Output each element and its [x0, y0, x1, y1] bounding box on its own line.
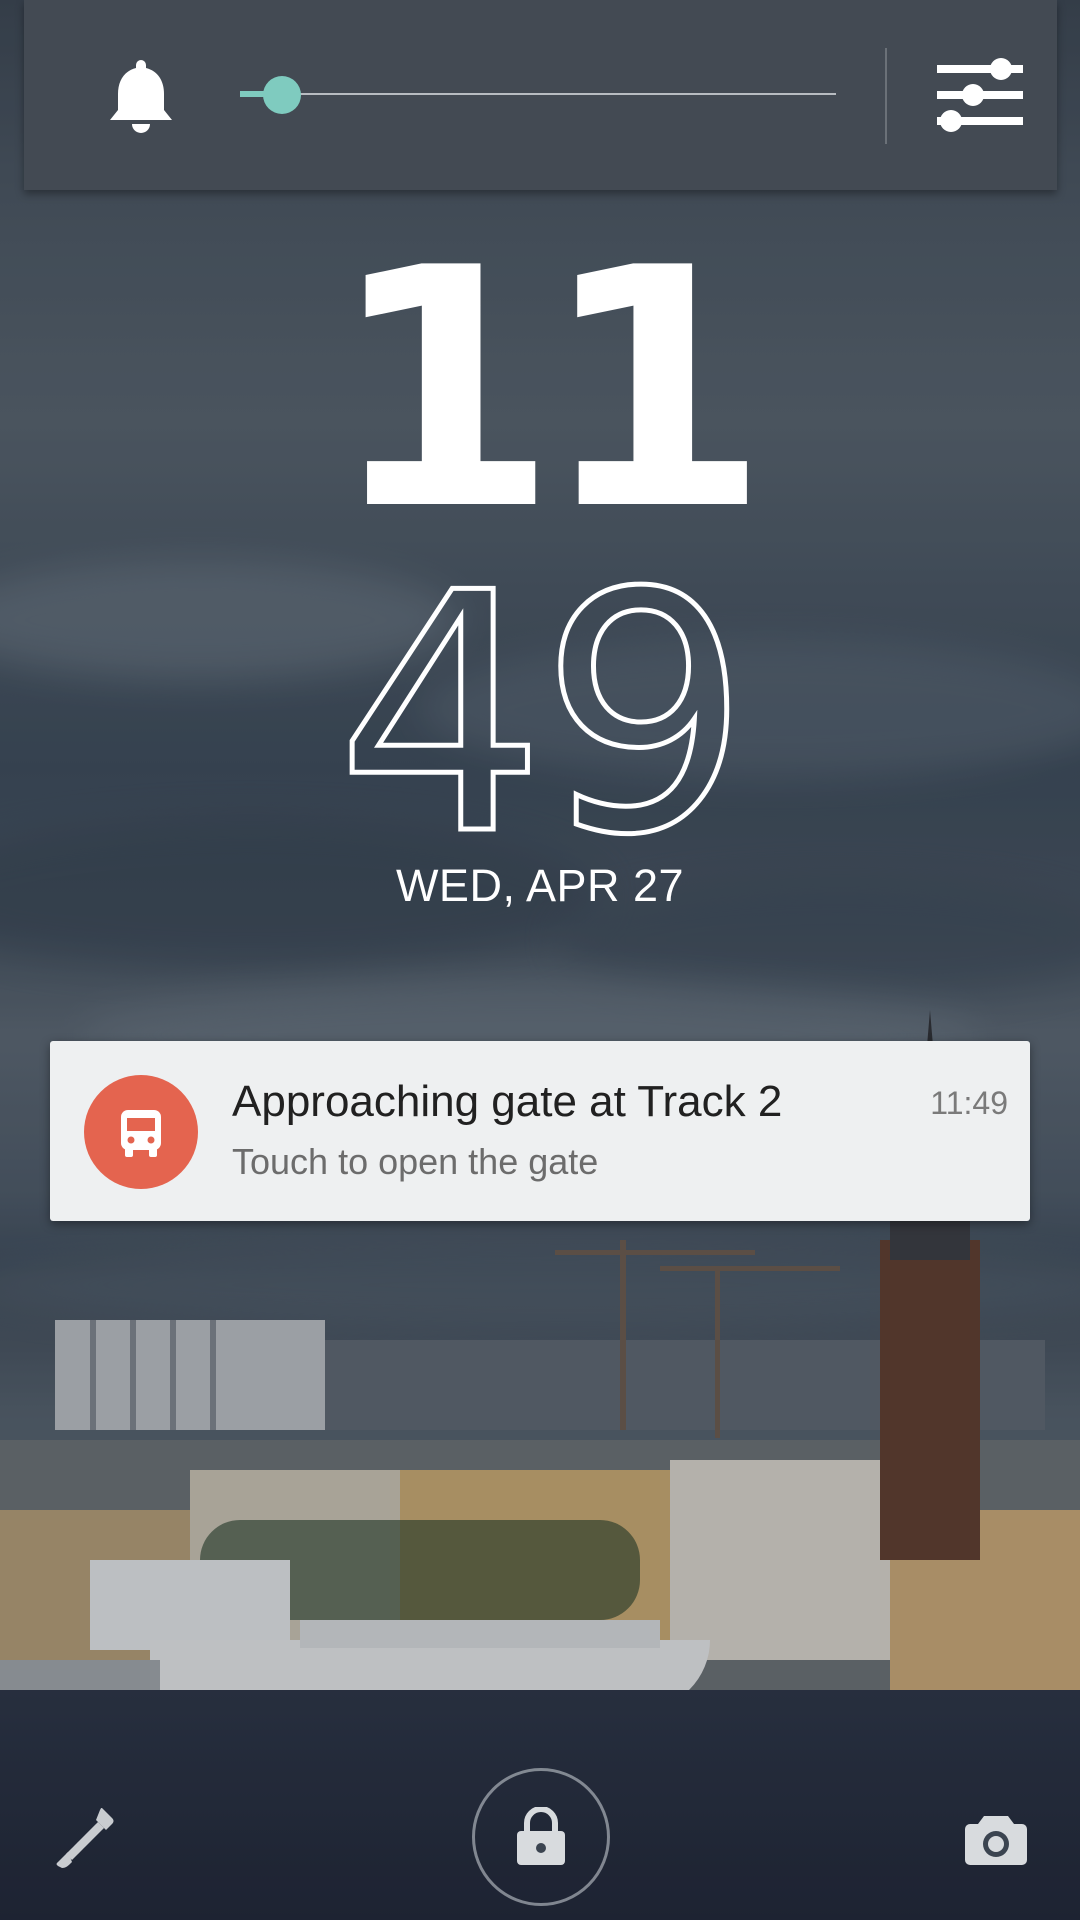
- bell-icon[interactable]: [108, 58, 174, 134]
- notification-time: 11:49: [930, 1085, 1008, 1121]
- camera-icon[interactable]: [964, 1812, 1028, 1866]
- slider-thumb[interactable]: [263, 76, 301, 114]
- notification-text: Touch to open the gate: [232, 1141, 599, 1182]
- lock-icon: [517, 1807, 565, 1865]
- divider: [885, 48, 887, 144]
- notification-title: Approaching gate at Track 2: [232, 1077, 783, 1126]
- lock-button[interactable]: [472, 1768, 610, 1906]
- clock-date: WED, APR 27: [395, 860, 685, 911]
- bus-icon: [121, 1110, 161, 1157]
- notification-app-icon: [84, 1075, 198, 1189]
- phone-icon[interactable]: [52, 1804, 116, 1868]
- volume-slider[interactable]: [240, 75, 836, 115]
- settings-sliders-icon[interactable]: [935, 57, 1025, 133]
- lock-screen: 11 49 WED, APR 27 Approaching gate at Tr…: [0, 0, 1080, 1920]
- clock-hours: 11: [328, 198, 769, 582]
- clock-minutes: 49: [334, 523, 753, 907]
- quick-settings-panel: [24, 0, 1057, 190]
- slider-track: [240, 93, 836, 95]
- notification-card[interactable]: Approaching gate at Track 2 Touch to ope…: [50, 1041, 1030, 1221]
